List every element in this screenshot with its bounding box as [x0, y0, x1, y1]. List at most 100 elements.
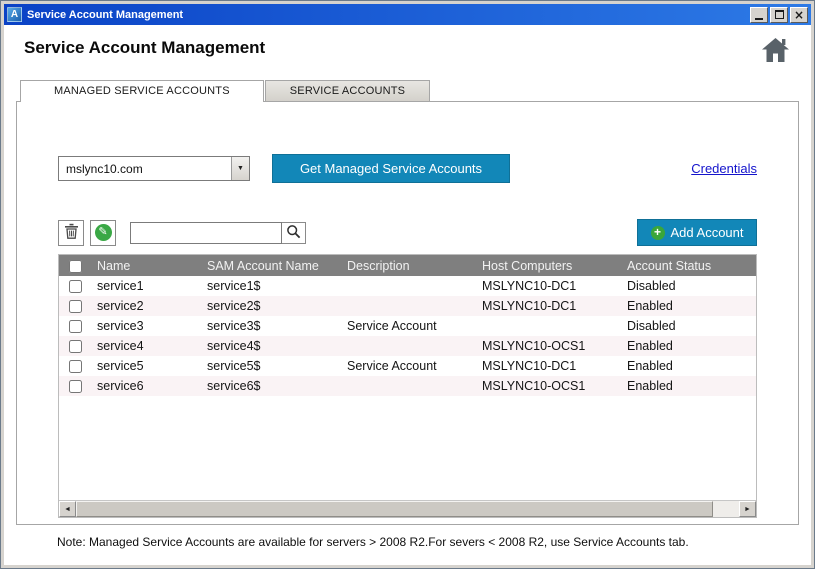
cell-status: Enabled — [621, 296, 756, 316]
cell-description — [341, 376, 476, 396]
row-checkbox[interactable] — [69, 300, 82, 313]
plus-icon: + — [651, 226, 665, 240]
tab-managed-service-accounts[interactable]: MANAGED SERVICE ACCOUNTS — [20, 80, 264, 102]
toolbar-row: ✎ + Add Account — [58, 219, 757, 246]
cell-name: service1 — [91, 276, 201, 296]
row-checkbox-cell — [59, 296, 91, 316]
table-header-row: Name SAM Account Name Description Host C… — [59, 255, 756, 276]
domain-select[interactable]: mslync10.com ▼ — [58, 156, 250, 181]
add-account-label: Add Account — [671, 225, 744, 240]
get-managed-service-accounts-button[interactable]: Get Managed Service Accounts — [272, 154, 510, 183]
row-checkbox[interactable] — [69, 380, 82, 393]
edit-button[interactable]: ✎ — [90, 220, 116, 246]
row-checkbox-cell — [59, 316, 91, 336]
table-row[interactable]: service6service6$ MSLYNC10-OCS1Enabled — [59, 376, 756, 396]
scroll-left-icon[interactable]: ◄ — [59, 501, 76, 517]
cell-name: service4 — [91, 336, 201, 356]
cell-status: Disabled — [621, 276, 756, 296]
cell-host — [476, 316, 621, 336]
column-header-description: Description — [341, 255, 476, 276]
cell-sam: service1$ — [201, 276, 341, 296]
credentials-link[interactable]: Credentials — [691, 161, 757, 176]
row-checkbox-cell — [59, 356, 91, 376]
search-button[interactable] — [282, 222, 306, 244]
maximize-icon — [775, 10, 784, 19]
cell-host: MSLYNC10-OCS1 — [476, 376, 621, 396]
cell-description — [341, 296, 476, 316]
scrollbar-thumb[interactable] — [76, 501, 713, 517]
accounts-table: Name SAM Account Name Description Host C… — [58, 254, 757, 518]
add-account-button[interactable]: + Add Account — [637, 219, 757, 246]
row-checkbox[interactable] — [69, 360, 82, 373]
window-controls: × — [748, 7, 808, 23]
note-text: Note: Managed Service Accounts are avail… — [57, 535, 799, 549]
cell-name: service5 — [91, 356, 201, 376]
cell-status: Enabled — [621, 336, 756, 356]
table-row[interactable]: service2service2$ MSLYNC10-DC1Enabled — [59, 296, 756, 316]
cell-sam: service5$ — [201, 356, 341, 376]
column-header-host-computers: Host Computers — [476, 255, 621, 276]
cell-description: Service Account — [341, 316, 476, 336]
chevron-down-icon[interactable]: ▼ — [231, 157, 249, 180]
page-header: Service Account Management — [4, 25, 811, 65]
row-checkbox-cell — [59, 336, 91, 356]
delete-button[interactable] — [58, 220, 84, 246]
home-icon — [762, 50, 789, 65]
cell-name: service2 — [91, 296, 201, 316]
app-window: A Service Account Management × Service A… — [0, 0, 815, 569]
trash-icon — [64, 223, 79, 242]
app-icon: A — [7, 7, 22, 22]
window-title: Service Account Management — [27, 9, 748, 21]
home-button[interactable] — [762, 38, 789, 65]
tab-bar: MANAGED SERVICE ACCOUNTS SERVICE ACCOUNT… — [20, 80, 811, 101]
row-checkbox[interactable] — [69, 280, 82, 293]
tab-service-accounts[interactable]: SERVICE ACCOUNTS — [265, 80, 430, 101]
minimize-icon — [755, 18, 763, 20]
table-row[interactable]: service1service1$ MSLYNC10-DC1Disabled — [59, 276, 756, 296]
tab-panel: mslync10.com ▼ Get Managed Service Accou… — [16, 101, 799, 525]
search-input[interactable] — [130, 222, 282, 244]
table-row[interactable]: service3service3$Service AccountDisabled — [59, 316, 756, 336]
close-button[interactable]: × — [790, 7, 808, 23]
cell-host: MSLYNC10-DC1 — [476, 356, 621, 376]
cell-name: service3 — [91, 316, 201, 336]
cell-host: MSLYNC10-DC1 — [476, 276, 621, 296]
search-icon — [286, 224, 301, 242]
window-titlebar[interactable]: A Service Account Management × — [4, 4, 811, 25]
row-checkbox-cell — [59, 376, 91, 396]
table-body: service1service1$MSLYNC10-DC1Disabledser… — [59, 276, 756, 396]
cell-sam: service3$ — [201, 316, 341, 336]
column-header-sam-account-name: SAM Account Name — [201, 255, 341, 276]
edit-icon: ✎ — [95, 224, 112, 241]
cell-name: service6 — [91, 376, 201, 396]
select-all-cell — [59, 255, 91, 276]
cell-status: Enabled — [621, 376, 756, 396]
window-content: Service Account Management MANAGED SERVI… — [4, 25, 811, 565]
cell-description — [341, 336, 476, 356]
cell-status: Enabled — [621, 356, 756, 376]
domain-select-value: mslync10.com — [59, 162, 231, 176]
table-row[interactable]: service4service4$ MSLYNC10-OCS1Enabled — [59, 336, 756, 356]
column-header-account-status: Account Status — [621, 255, 756, 276]
cell-host: MSLYNC10-DC1 — [476, 296, 621, 316]
column-header-name: Name — [91, 255, 201, 276]
close-icon: × — [794, 9, 804, 21]
row-checkbox[interactable] — [69, 340, 82, 353]
cell-sam: service6$ — [201, 376, 341, 396]
scroll-right-icon[interactable]: ► — [739, 501, 756, 517]
row-checkbox-cell — [59, 276, 91, 296]
controls-row: mslync10.com ▼ Get Managed Service Accou… — [58, 154, 757, 183]
cell-sam: service2$ — [201, 296, 341, 316]
cell-description: Service Account — [341, 356, 476, 376]
horizontal-scrollbar[interactable]: ◄ ► — [59, 500, 756, 517]
search-group — [130, 222, 306, 244]
row-checkbox[interactable] — [69, 320, 82, 333]
maximize-button[interactable] — [770, 7, 788, 23]
minimize-button[interactable] — [750, 7, 768, 23]
cell-host: MSLYNC10-OCS1 — [476, 336, 621, 356]
page-title: Service Account Management — [24, 38, 265, 58]
cell-sam: service4$ — [201, 336, 341, 356]
cell-description — [341, 276, 476, 296]
table-row[interactable]: service5service5$Service AccountMSLYNC10… — [59, 356, 756, 376]
select-all-checkbox[interactable] — [69, 260, 82, 273]
